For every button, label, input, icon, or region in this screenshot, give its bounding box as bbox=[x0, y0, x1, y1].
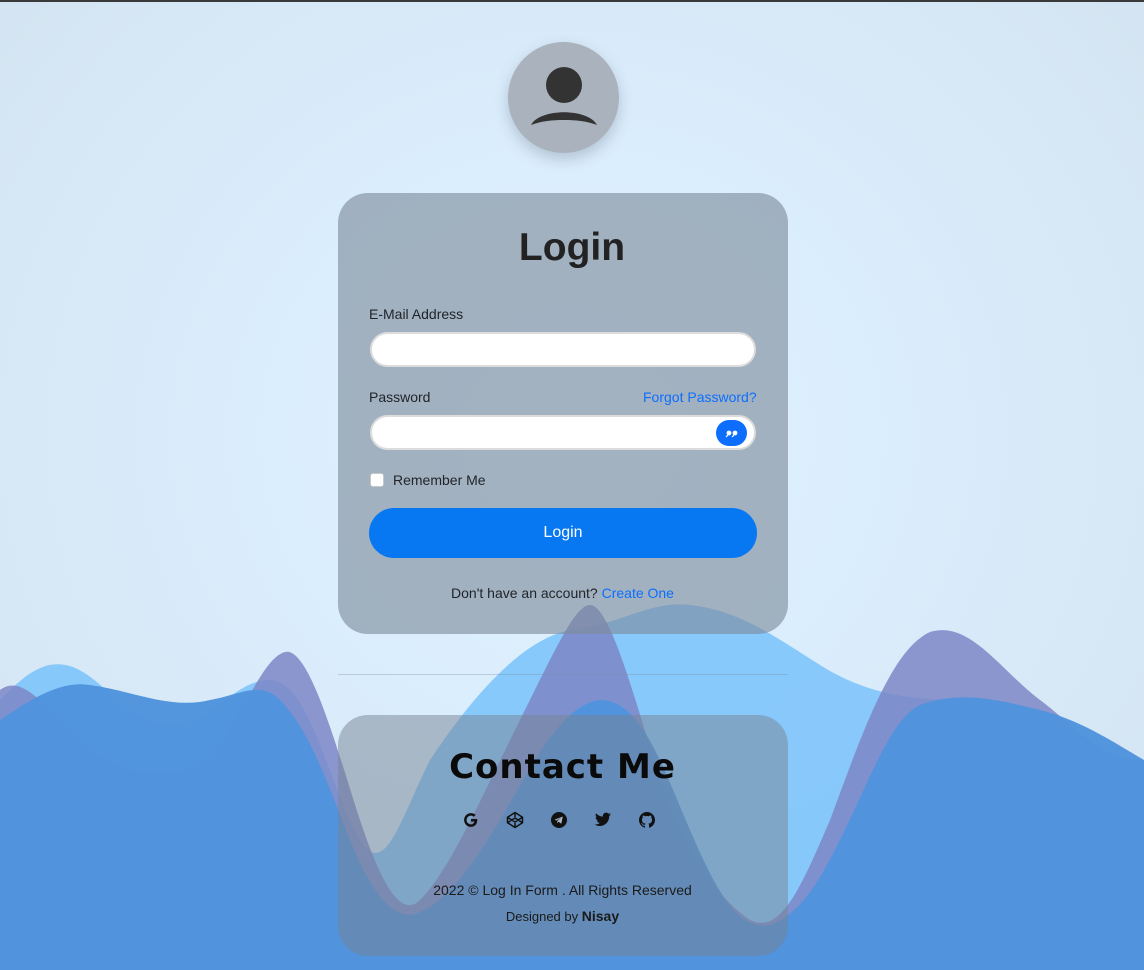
remember-me-checkbox[interactable] bbox=[370, 473, 384, 487]
signup-prompt: Don't have an account? bbox=[451, 585, 598, 601]
forgot-password-link[interactable]: Forgot Password? bbox=[643, 389, 757, 405]
create-account-link[interactable]: Create One bbox=[602, 585, 674, 601]
twitter-icon[interactable] bbox=[594, 810, 612, 830]
github-icon[interactable] bbox=[638, 810, 656, 830]
email-field[interactable] bbox=[370, 332, 756, 367]
copyright-text: 2022 © Log In Form . All Rights Reserved bbox=[433, 882, 692, 898]
signup-row: Don't have an account? Create One bbox=[0, 585, 1125, 601]
password-field[interactable] bbox=[370, 415, 756, 450]
show-password-button[interactable] bbox=[716, 420, 747, 446]
remember-me-label: Remember Me bbox=[393, 472, 486, 488]
codepen-icon[interactable] bbox=[506, 810, 524, 830]
google-icon[interactable] bbox=[462, 810, 480, 830]
social-links bbox=[462, 810, 656, 830]
designed-by: Designed by Nisay bbox=[0, 908, 1125, 924]
user-icon bbox=[530, 66, 597, 125]
password-label: Password bbox=[369, 389, 431, 405]
divider bbox=[338, 674, 788, 675]
contact-title: Contact Me bbox=[449, 747, 676, 787]
avatar bbox=[508, 42, 619, 153]
designed-by-prefix: Designed by bbox=[505, 909, 579, 924]
login-title: Login bbox=[518, 226, 626, 269]
designer-name: Nisay bbox=[581, 908, 620, 924]
telegram-icon[interactable] bbox=[550, 810, 568, 830]
email-label: E-Mail Address bbox=[369, 306, 464, 322]
eye-icon bbox=[725, 430, 737, 438]
login-button[interactable]: Login bbox=[369, 508, 757, 558]
